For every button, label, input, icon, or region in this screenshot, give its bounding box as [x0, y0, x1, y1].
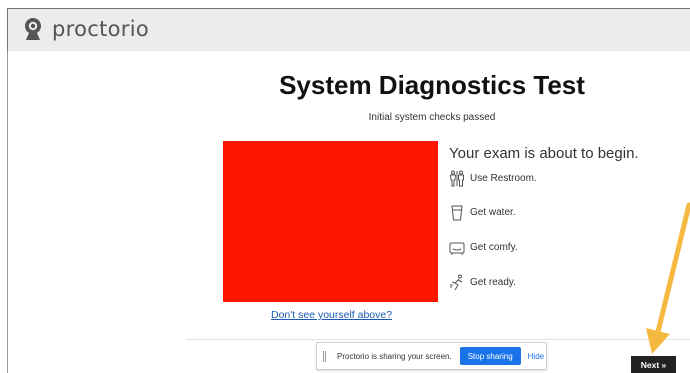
annotation-arrow [646, 202, 690, 354]
